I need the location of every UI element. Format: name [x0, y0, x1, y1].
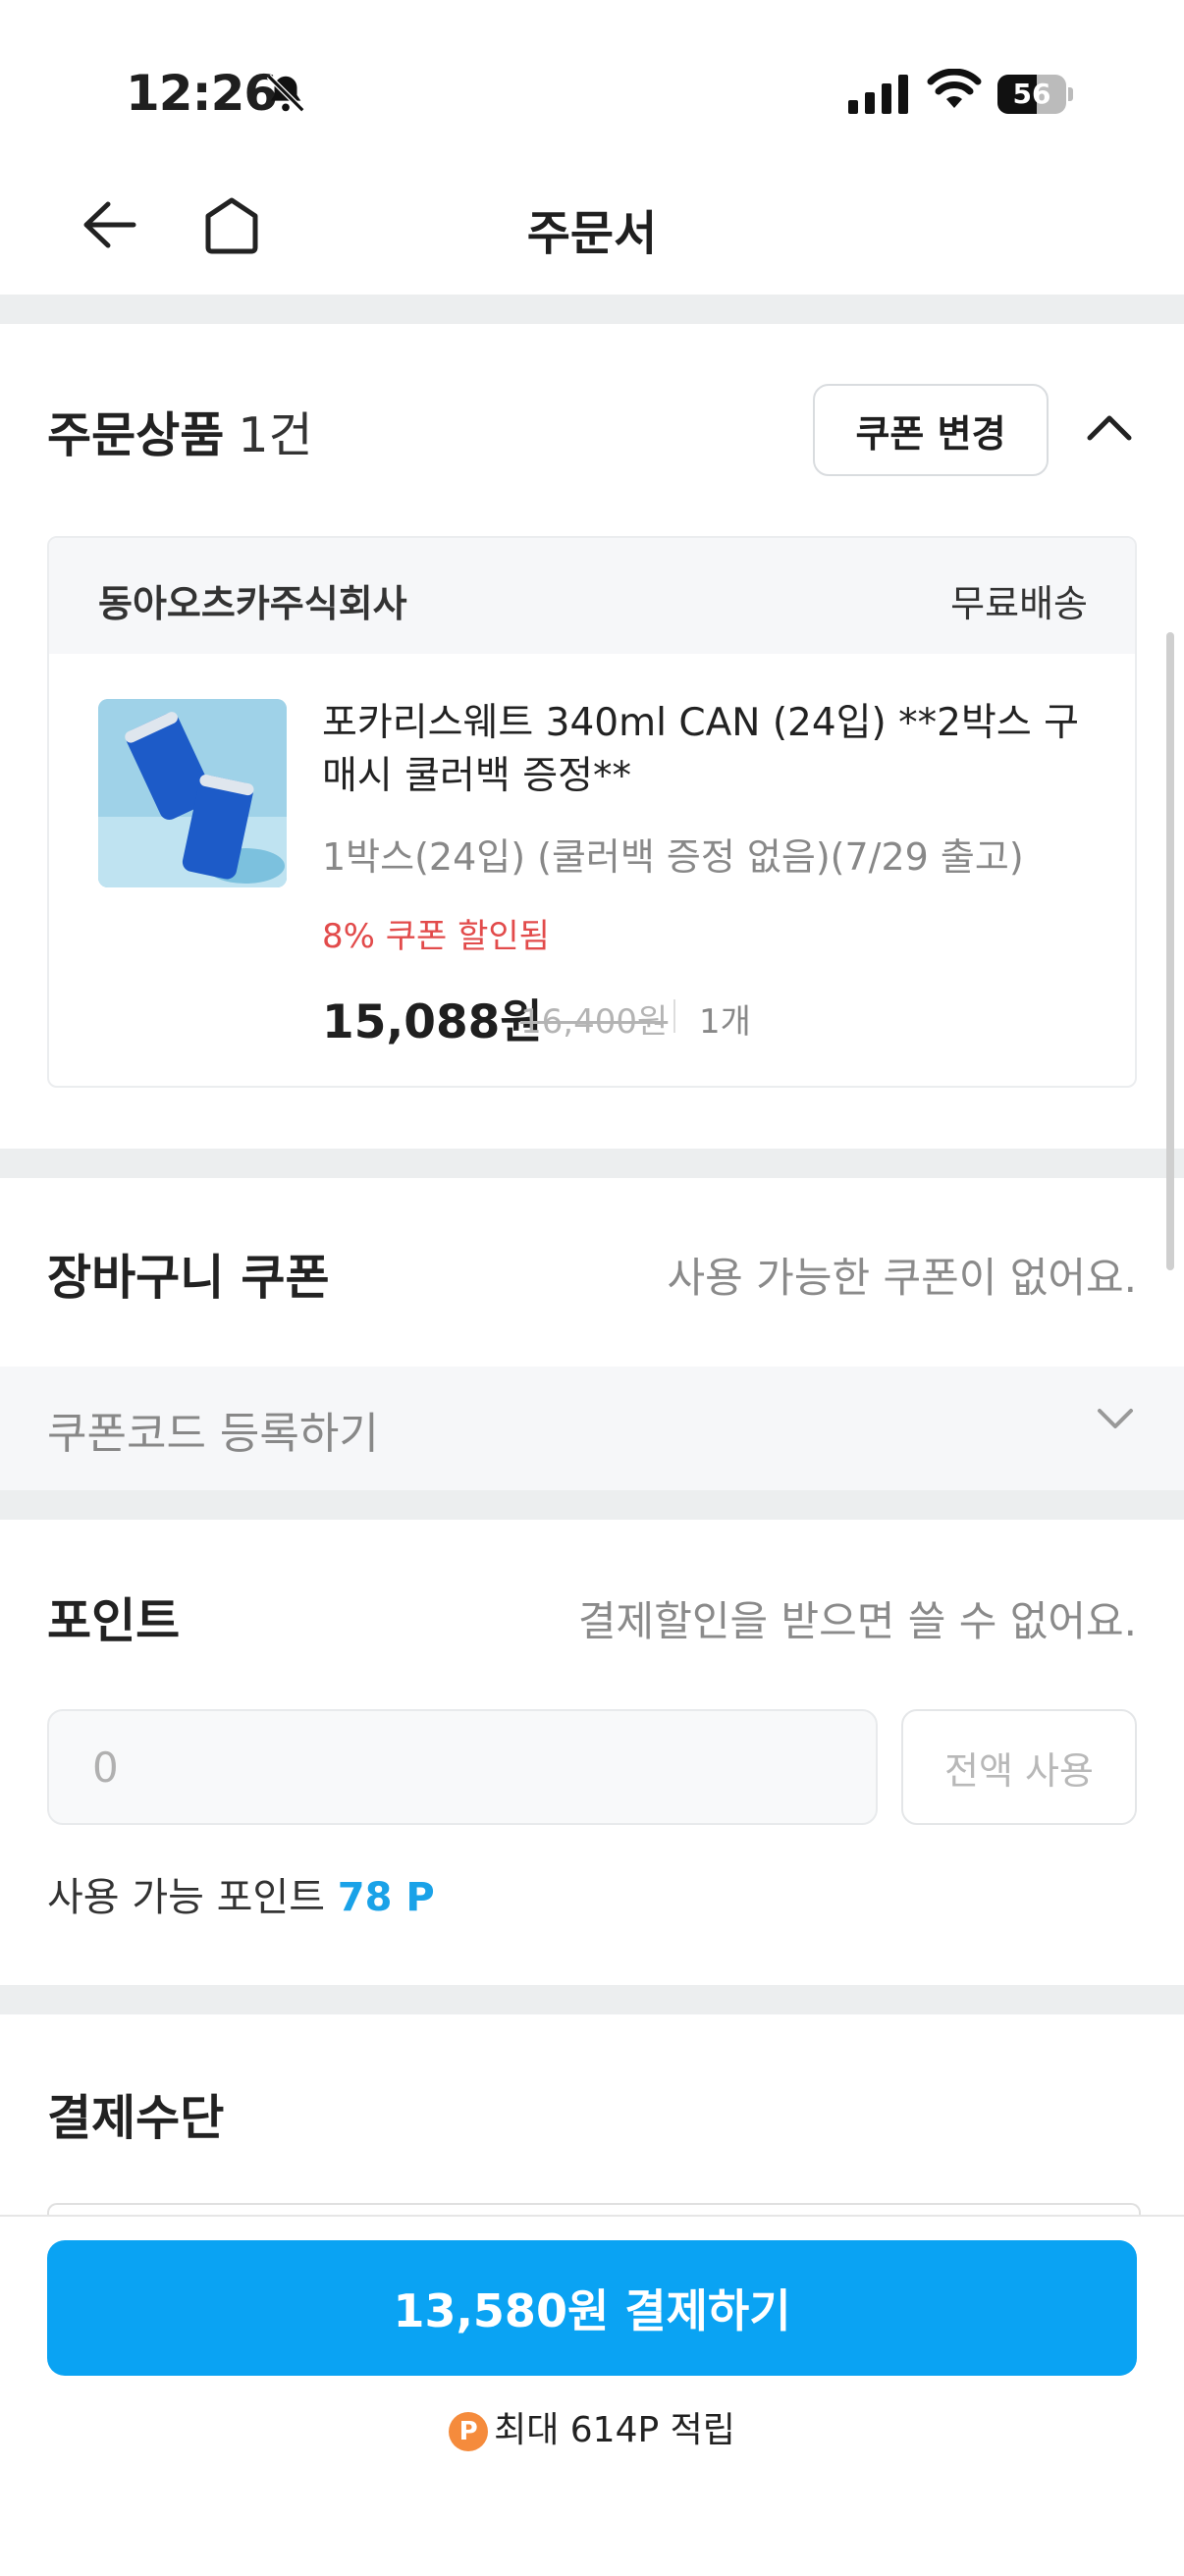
point-badge-icon: P — [449, 2412, 489, 2451]
points-input[interactable] — [47, 1709, 878, 1825]
battery-level: 56 — [1012, 78, 1051, 110]
available-points-value: 78 P — [337, 1875, 435, 1920]
battery-icon: 56 — [997, 75, 1073, 114]
cart-coupon-message: 사용 가능한 쿠폰이 없어요. — [667, 1254, 1137, 1302]
coupon-applied-text: 8% 쿠폰 할인됨 — [322, 917, 550, 956]
chevron-down-icon[interactable] — [1096, 1406, 1135, 1431]
reward-text: 최대 614P 적립 — [494, 2410, 735, 2450]
page-title: 주문서 — [526, 206, 658, 261]
shipping-info: 무료배송 — [950, 582, 1088, 625]
coupon-code-label[interactable]: 쿠폰코드 등록하기 — [47, 1398, 379, 1461]
product-option: 1박스(24입) (쿨러백 증정 없음)(7/29 출고) — [322, 835, 1024, 879]
use-all-points-button[interactable]: 전액 사용 — [901, 1709, 1137, 1825]
cellular-signal-icon — [848, 75, 908, 114]
wifi-icon — [927, 69, 982, 108]
order-items-title: 주문상품 — [47, 407, 225, 463]
reward-info: P 최대 614P 적립 — [0, 2401, 1184, 2452]
section-divider — [0, 1490, 1184, 1520]
cart-coupon-title: 장바구니 쿠폰 — [47, 1250, 330, 1306]
seller-name: 동아오츠카주식회사 — [98, 582, 407, 625]
available-points: 사용 가능 포인트 78 P — [47, 1865, 435, 1922]
payment-method-title: 결제수단 — [47, 2090, 225, 2146]
product-card: 동아오츠카주식회사 무료배송 포카리스웨트 340ml CAN (24입) **… — [47, 536, 1137, 1088]
price-separator — [673, 999, 675, 1033]
order-items-count: 1건 — [238, 407, 313, 463]
bell-muted-icon — [266, 74, 305, 113]
section-divider — [0, 295, 1184, 324]
section-divider — [0, 1985, 1184, 2014]
pay-button[interactable]: 13,580원 결제하기 — [47, 2240, 1137, 2376]
coupon-change-button[interactable]: 쿠폰 변경 — [813, 384, 1049, 476]
original-price: 16,400원 — [520, 1002, 669, 1042]
quantity: 1개 — [699, 1002, 751, 1042]
scrollbar[interactable] — [1166, 632, 1174, 1270]
product-thumbnail[interactable] — [98, 699, 287, 887]
points-title: 포인트 — [47, 1593, 181, 1649]
available-points-label: 사용 가능 포인트 — [47, 1875, 326, 1920]
sale-price: 15,088원 — [322, 995, 543, 1049]
section-divider — [0, 1149, 1184, 1178]
points-message: 결제할인을 받으면 쓸 수 없어요. — [577, 1597, 1137, 1645]
chevron-up-icon[interactable] — [1086, 412, 1133, 442]
product-name[interactable]: 포카리스웨트 340ml CAN (24입) **2박스 구매시 쿨러백 증정*… — [322, 697, 1098, 803]
order-items-heading: 주문상품 1건 — [47, 397, 313, 466]
status-time: 12:26 — [126, 65, 278, 122]
